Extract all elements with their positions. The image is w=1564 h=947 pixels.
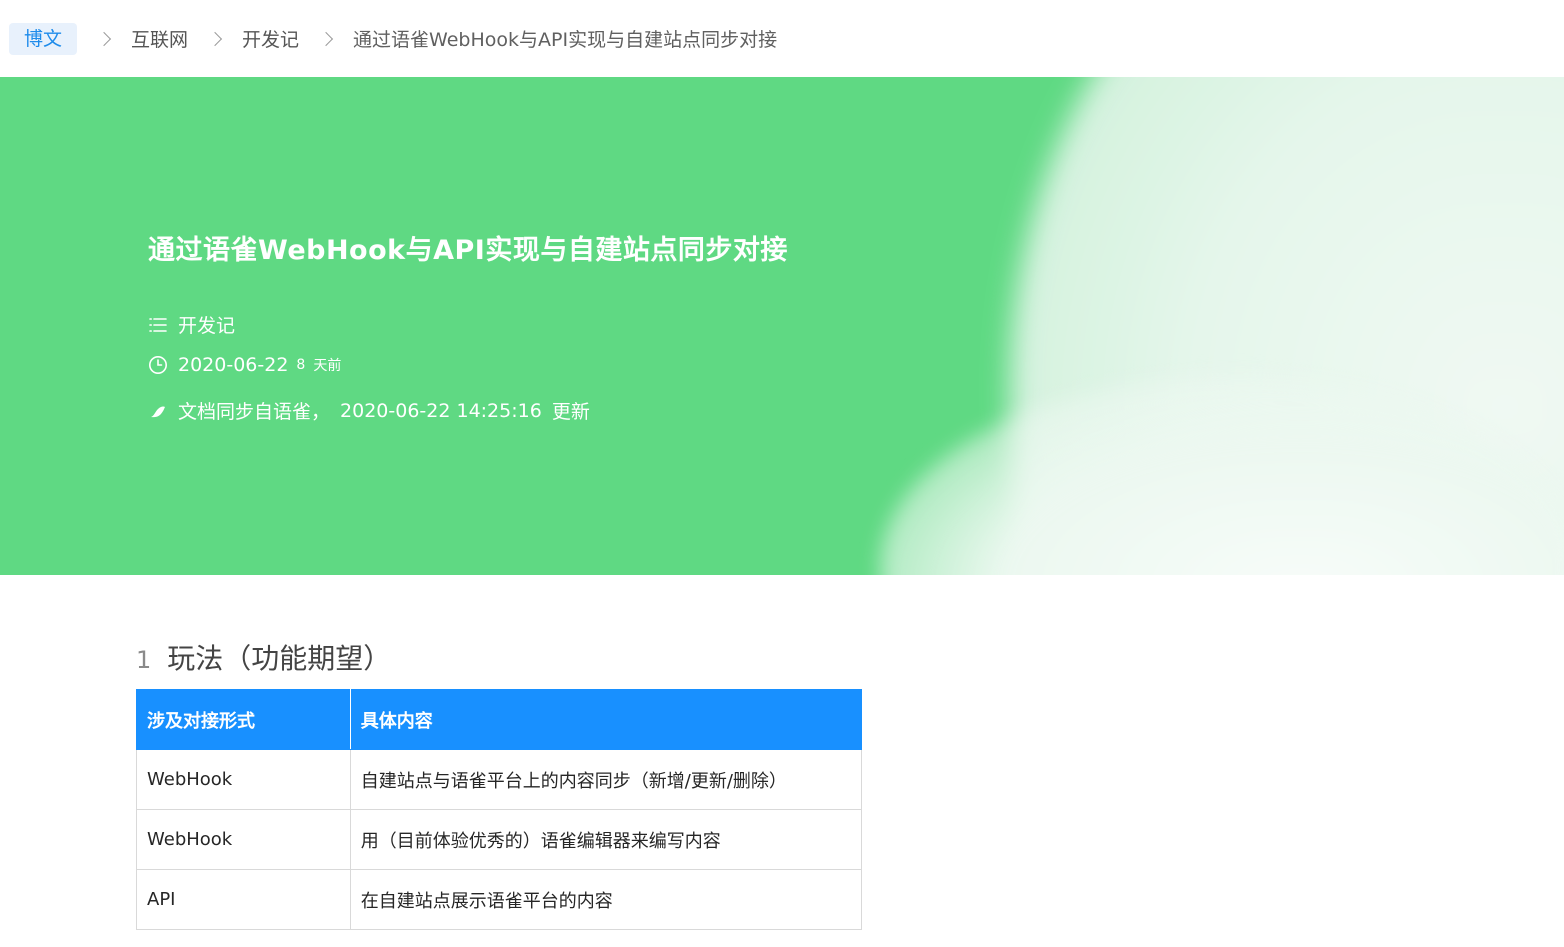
integration-table: 涉及对接形式 具体内容 WebHook 自建站点与语雀平台上的内容同步（新增/更… [136,689,863,930]
list-icon [149,317,167,332]
table-header-row: 涉及对接形式 具体内容 [136,689,863,750]
post-hero-banner: 通过语雀WebHook与API实现与自建站点同步对接 开发记 2020-06-2… [0,77,1564,575]
post-sync-row: 文档同步自语雀， 2020-06-22 14:25:16 更新 [148,397,590,424]
post-updated-time: 2020-06-22 14:25:16 [340,399,542,422]
section-heading: 1 玩法（功能期望） [136,637,391,677]
leaf-icon [151,406,165,417]
table-header-cell: 涉及对接形式 [136,689,351,750]
breadcrumb-home-link[interactable]: 博文 [9,22,78,55]
chevron-right-icon [207,31,223,46]
table-cell-type: WebHook [136,809,351,870]
post-category-row: 开发记 [148,311,235,338]
table-cell-content: 自建站点与语雀平台上的内容同步（新增/更新/删除） [349,749,863,810]
post-title: 通过语雀WebHook与API实现与自建站点同步对接 [148,235,788,266]
post-relative-unit: 天前 [313,358,342,374]
breadcrumb-item-internet[interactable]: 互联网 [131,25,188,52]
breadcrumb-item-current: 通过语雀WebHook与API实现与自建站点同步对接 [353,29,778,51]
table-header-cell: 具体内容 [349,689,863,750]
chevron-right-icon [318,31,334,46]
clock-icon [149,356,167,374]
table-cell-content: 用（目前体验优秀的）语雀编辑器来编写内容 [349,809,863,870]
section-number: 1 [136,646,152,674]
table-row: WebHook 自建站点与语雀平台上的内容同步（新增/更新/删除） [136,749,863,810]
post-date: 2020-06-22 [178,354,289,376]
post-category-link[interactable]: 开发记 [178,311,235,338]
section-title-text: 玩法（功能期望） [167,642,392,675]
post-relative-days: 8 [296,357,306,373]
post-updated-label: 更新 [551,401,590,423]
chevron-right-icon [96,31,112,46]
breadcrumb-item-devlog[interactable]: 开发记 [242,25,299,52]
table-cell-content: 在自建站点展示语雀平台的内容 [349,869,863,930]
post-sync-source: 文档同步自语雀， [178,401,331,423]
table-cell-type: WebHook [136,749,351,810]
table-row: WebHook 用（目前体验优秀的）语雀编辑器来编写内容 [136,809,863,870]
post-date-row: 2020-06-22 8 天前 [148,354,341,376]
table-row: API 在自建站点展示语雀平台的内容 [136,869,863,930]
breadcrumb: 博文 互联网 开发记 通过语雀WebHook与API实现与自建站点同步对接 [0,0,1564,77]
table-cell-type: API [136,869,351,930]
